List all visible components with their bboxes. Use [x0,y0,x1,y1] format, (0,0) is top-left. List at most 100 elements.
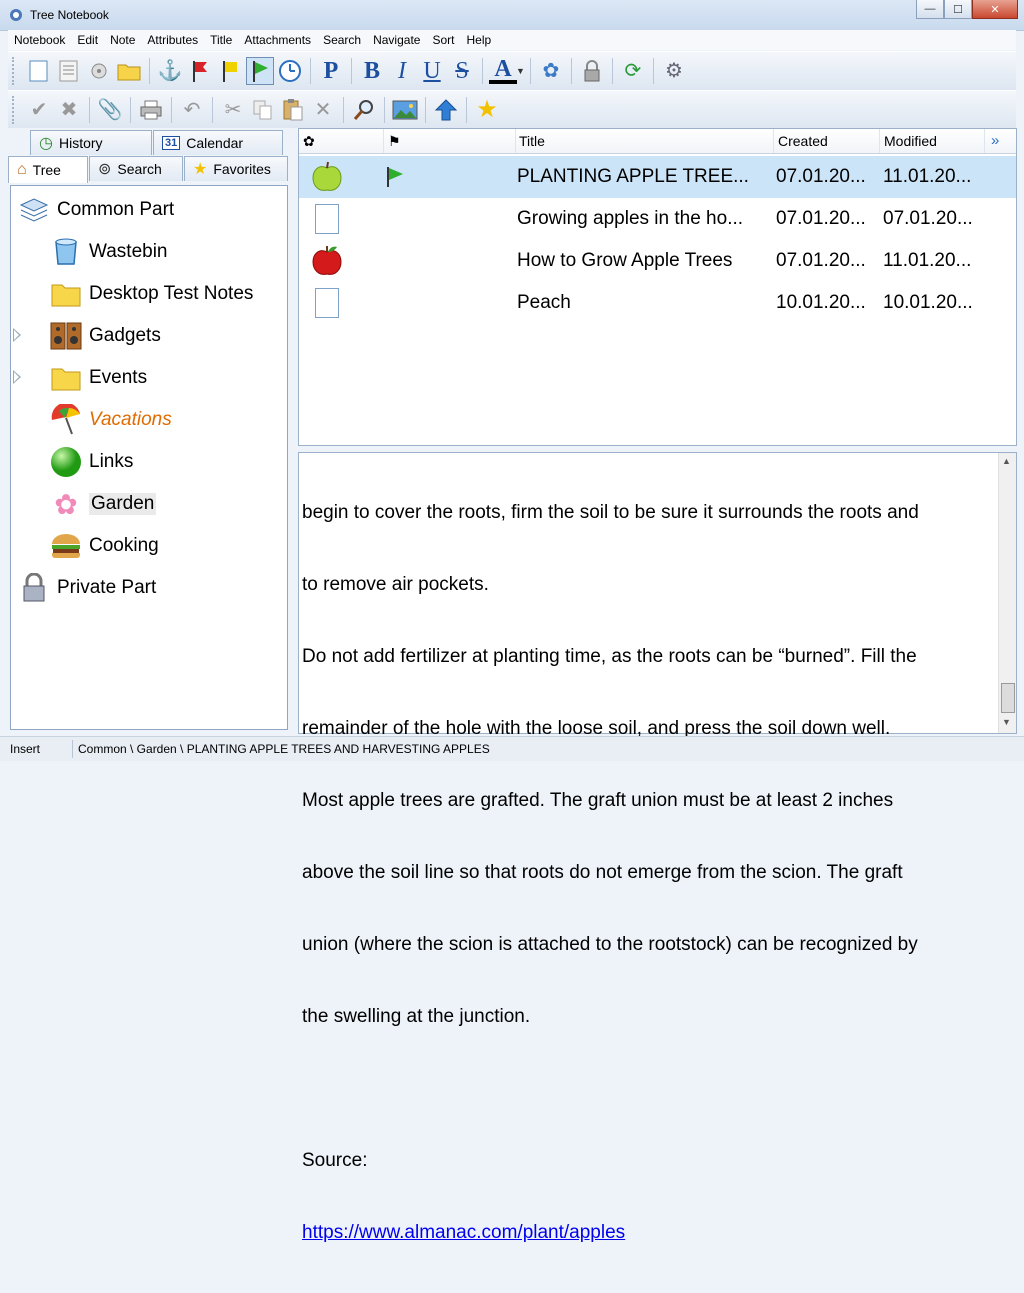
tree-node-private-part[interactable]: Private Part [17,570,156,606]
column-header-icon[interactable]: ✿ [299,129,384,153]
check-icon[interactable]: ✔ [25,96,53,124]
settings-icon[interactable]: ⚙ [660,57,688,85]
column-chooser-icon[interactable]: » [991,132,999,149]
toolbar-grip[interactable] [12,57,20,85]
menu-sort[interactable]: Sort [426,30,460,50]
cross-icon[interactable]: ✖ [55,96,83,124]
column-header-modified[interactable]: Modified [880,129,985,153]
tree-node-label: Wastebin [89,241,168,262]
magnifier-icon[interactable] [350,96,378,124]
clock-icon[interactable] [276,57,304,85]
tree-node-cooking[interactable]: Cooking [49,528,159,564]
sync-icon[interactable]: ⟳ [619,57,647,85]
anchor-icon[interactable]: ⚓ [156,57,184,85]
chevron-down-icon[interactable]: ▼ [516,66,525,76]
image-icon[interactable] [391,96,419,124]
editor-scrollbar[interactable]: ▲ ▼ [998,453,1016,733]
italic-icon[interactable]: I [388,57,416,85]
underline-icon[interactable]: U [418,57,446,85]
table-row[interactable]: How to Grow Apple Trees 07.01.20... 11.0… [299,240,1016,282]
formatting-toolbar: ⚓ P B I U S A ▼ ✿ ⟳ ⚙ [8,51,1016,91]
disk-note-icon[interactable] [85,57,113,85]
tab-favorites[interactable]: ★ Favorites [184,156,288,181]
flower-icon[interactable]: ✿ [537,57,565,85]
undo-icon[interactable]: ↶ [178,96,206,124]
star-icon[interactable]: ★ [473,96,501,124]
close-button[interactable]: ✕ [972,0,1018,19]
pane-splitter[interactable] [290,128,298,734]
tab-tree[interactable]: ⌂ Tree [8,156,88,183]
maximize-button[interactable]: ☐ [944,0,972,19]
editor-line: Most apple trees are grafted. The graft … [302,790,894,811]
tree-node-vacations[interactable]: Vacations [49,402,172,438]
printer-icon[interactable] [137,96,165,124]
app-icon [10,9,22,21]
tab-label: Calendar [186,135,244,151]
table-row[interactable]: Peach 10.01.20... 10.01.20... [299,282,1016,324]
tree-node-desktop-test-notes[interactable]: Desktop Test Notes [49,276,253,312]
expand-arrow-icon[interactable] [13,328,21,342]
font-color-icon[interactable]: A [489,56,517,84]
tree-node-events[interactable]: Events [13,360,148,396]
note-editor[interactable]: begin to cover the roots, firm the soil … [298,452,1017,1243]
row-modified: 11.01.20... [883,250,972,271]
red-flag-icon[interactable] [186,57,214,85]
source-link[interactable]: https://www.almanac.com/plant/apples [302,1221,992,1245]
tab-history[interactable]: ◷ History [30,130,152,155]
paragraph-icon[interactable]: P [317,57,345,85]
paste-icon[interactable] [279,96,307,124]
copy-icon[interactable] [249,96,277,124]
yellow-flag-icon[interactable] [216,57,244,85]
menu-search[interactable]: Search [317,30,367,50]
scrollbar-thumb[interactable] [1001,683,1015,713]
tree-node-links[interactable]: Links [49,444,133,480]
edit-mode-status: Insert [10,742,41,756]
delete-icon[interactable]: ✕ [309,96,337,124]
bold-icon[interactable]: B [358,57,386,85]
breadcrumb: Common \ Garden \ PLANTING APPLE TREES A… [78,742,490,756]
row-modified: 10.01.20... [883,292,973,313]
column-header-title[interactable]: Title [515,129,774,153]
row-created: 07.01.20... [776,208,866,229]
tab-search[interactable]: ⊚ Search [89,156,183,181]
notes-tree[interactable]: Common Part Wastebin Desktop Test Notes … [10,185,288,730]
column-header-flag[interactable]: ⚑ [384,129,516,153]
expand-arrow-icon[interactable] [13,370,21,384]
toolbar-separator [529,58,531,84]
menu-edit[interactable]: Edit [71,30,104,50]
strikethrough-icon[interactable]: S [448,57,476,85]
column-header-created[interactable]: Created [774,129,880,153]
tree-node-gadgets[interactable]: Gadgets [13,318,161,354]
scissors-icon[interactable]: ✂ [219,96,247,124]
minimize-button[interactable]: — [916,0,944,19]
tree-node-label: Events [89,367,148,388]
menu-navigate[interactable]: Navigate [367,30,426,50]
green-flag-icon[interactable] [246,57,274,85]
scroll-down-icon[interactable]: ▼ [1002,717,1011,727]
menu-note[interactable]: Note [104,30,141,50]
editor-text[interactable]: begin to cover the roots, firm the soil … [302,453,992,1293]
folder-icon[interactable] [115,57,143,85]
up-arrow-icon[interactable] [432,96,460,124]
menu-notebook[interactable]: Notebook [8,30,71,50]
toolbar-grip[interactable] [12,96,20,124]
lock-icon[interactable] [578,57,606,85]
table-row[interactable]: PLANTING APPLE TREE... 07.01.20... 11.01… [299,156,1016,198]
menu-title[interactable]: Title [204,30,238,50]
padlock-icon [17,571,51,605]
table-row[interactable]: Growing apples in the ho... 07.01.20... … [299,198,1016,240]
menu-attachments[interactable]: Attachments [238,30,317,50]
new-note-icon[interactable] [25,57,53,85]
paperclip-icon[interactable]: 📎 [96,96,124,124]
tree-node-wastebin[interactable]: Wastebin [49,234,168,270]
menu-attributes[interactable]: Attributes [141,30,204,50]
scroll-up-icon[interactable]: ▲ [1002,456,1011,466]
toolbar-separator [466,97,467,123]
menu-help[interactable]: Help [460,30,497,50]
history-icon: ◷ [39,135,53,152]
tab-calendar[interactable]: 31 Calendar [153,130,283,155]
green-ball-icon [49,445,83,479]
tree-node-garden[interactable]: ✿ Garden [49,486,157,522]
tree-node-common-part[interactable]: Common Part [17,192,174,228]
text-note-icon[interactable] [55,57,83,85]
